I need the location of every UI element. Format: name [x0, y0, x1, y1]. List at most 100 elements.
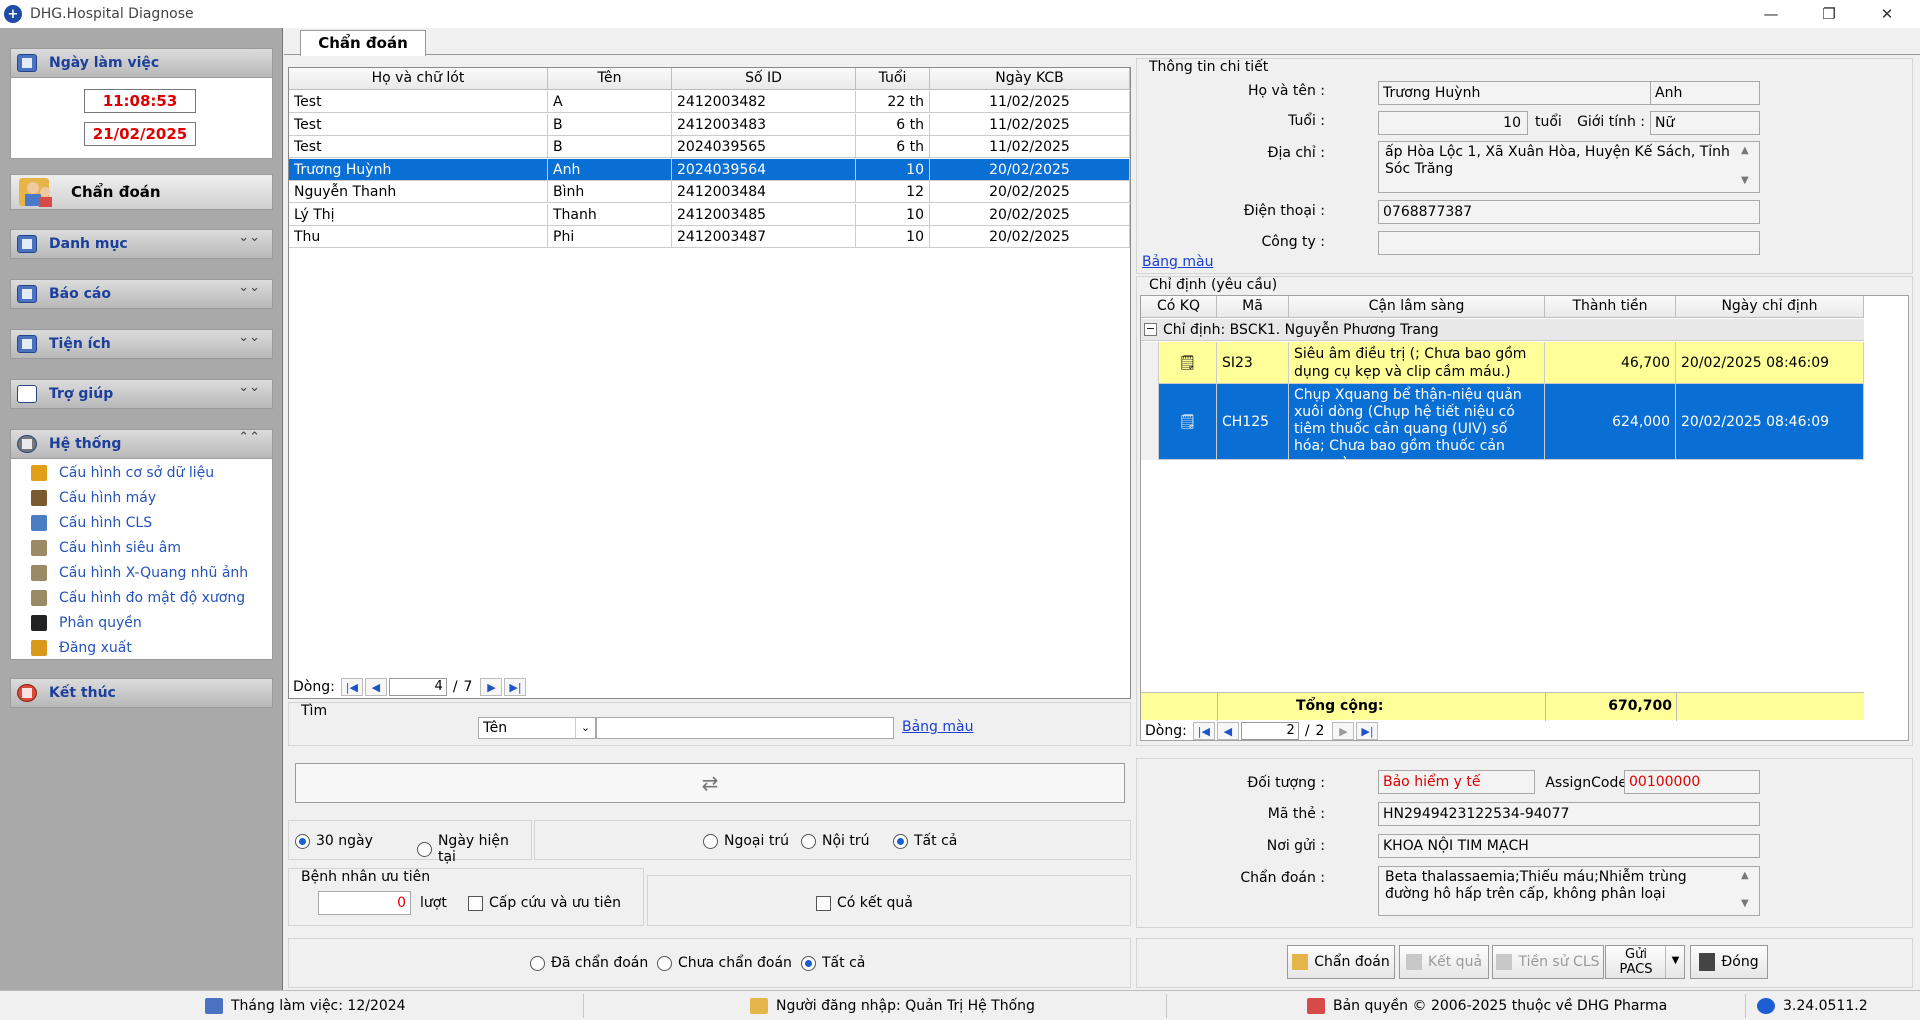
pacs-dropdown-icon[interactable]: ▼ — [1665, 946, 1685, 978]
sys-item-permission[interactable]: Phân quyền — [31, 613, 142, 633]
orders-panel: Chỉ định (yêu cầu) Có KQ Mã Cận lâm sàng… — [1136, 276, 1913, 746]
utility-icon — [17, 335, 37, 353]
tab-chan-doan[interactable]: Chẩn đoán — [300, 30, 426, 56]
cls-icon — [31, 515, 47, 531]
table-row[interactable]: Test B 2412003483 6 th 11/02/2025 — [289, 113, 1130, 136]
title-bar: + DHG.Hospital Diagnose — ❐ ✕ — [0, 0, 1920, 28]
search-field-select[interactable]: Tên ⌄ — [478, 717, 596, 739]
menu-bao-cao[interactable]: Báo cáo ⌄⌄ — [10, 279, 273, 309]
sys-item-cls[interactable]: Cấu hình CLS — [31, 513, 152, 533]
col-header-so-id[interactable]: Số ID — [672, 68, 856, 90]
table-row[interactable]: Trương Huỳnh Anh 2024039564 10 20/02/2025 — [289, 158, 1130, 181]
history-button[interactable]: Tiền sử CLS — [1492, 945, 1604, 979]
order-row[interactable]: 🗒 CH125 Chụp Xquang bể thận-niệu quản xu… — [1141, 384, 1864, 460]
next-page-button[interactable]: ▶ — [1332, 722, 1355, 740]
prev-page-button[interactable]: ◀ — [1216, 722, 1239, 740]
col-header-ngay-chi-dinh[interactable]: Ngày chỉ định — [1676, 296, 1864, 318]
scroll-down-icon[interactable]: ▼ — [1741, 898, 1749, 909]
last-page-button[interactable]: ▶| — [504, 678, 527, 696]
lock-icon — [31, 615, 47, 631]
first-page-button[interactable]: |◀ — [1192, 722, 1215, 740]
cell-tuoi: 10 — [856, 158, 930, 181]
assign-code-field: 00100000 — [1624, 770, 1760, 794]
cell-ngay-kcb: 20/02/2025 — [930, 226, 1130, 248]
sys-item-xray[interactable]: Cấu hình X-Quang nhũ ảnh — [31, 563, 248, 583]
prev-page-button[interactable]: ◀ — [364, 678, 387, 696]
emergency-checkbox[interactable]: Cấp cứu và ưu tiên — [468, 895, 621, 911]
result-button[interactable]: Kết quả — [1399, 945, 1489, 979]
first-page-button[interactable]: |◀ — [340, 678, 363, 696]
radio-all-types[interactable]: Tất cả — [893, 833, 957, 849]
sys-item-logout[interactable]: Đăng xuất — [31, 638, 132, 658]
collapse-icon[interactable]: − — [1144, 323, 1157, 336]
search-input[interactable] — [596, 717, 894, 739]
module-chan-doan[interactable]: Chẩn đoán — [10, 174, 273, 210]
col-header-co-kq[interactable]: Có KQ — [1141, 296, 1217, 318]
radio-30-days[interactable]: 30 ngày — [295, 833, 373, 849]
radio-not-diagnosed[interactable]: Chưa chẩn đoán — [657, 955, 792, 971]
col-header-ten[interactable]: Tên — [548, 68, 672, 90]
scroll-down-icon[interactable]: ▼ — [1741, 175, 1749, 186]
cell-ten: Bình — [548, 181, 672, 203]
sys-item-database[interactable]: Cấu hình cơ sở dữ liệu — [31, 463, 214, 483]
orders-total-row: Tổng cộng: 670,700 — [1141, 692, 1864, 721]
menu-he-thong[interactable]: Hệ thống ⌃⌃ — [10, 429, 273, 459]
app-icon: + — [4, 5, 22, 23]
sys-item-ultrasound[interactable]: Cấu hình siêu âm — [31, 538, 181, 558]
table-row[interactable]: Test B 2024039565 6 th 11/02/2025 — [289, 136, 1130, 158]
last-page-button[interactable]: ▶| — [1356, 722, 1379, 740]
table-row[interactable]: Thu Phi 2412003487 10 20/02/2025 — [289, 226, 1130, 248]
cell-ho: Test — [289, 113, 548, 136]
cell-tuoi: 6 th — [856, 136, 930, 158]
order-group-row[interactable]: − Chỉ định: BSCK1. Nguyễn Phương Trang — [1141, 319, 1864, 341]
radio-diagnosed[interactable]: Đã chẩn đoán — [530, 955, 648, 971]
next-page-button[interactable]: ▶ — [480, 678, 503, 696]
radio-today[interactable]: Ngày hiện tại — [417, 833, 531, 865]
orders-grid: Có KQ Mã Cận lâm sàng Thành tiền Ngày ch… — [1140, 295, 1909, 741]
detail-color-legend-link[interactable]: Bảng màu — [1142, 254, 1213, 270]
close-window-button[interactable]: ✕ — [1858, 0, 1916, 28]
order-row[interactable]: 🗒 SI23 Siêu âm điều trị (; Chưa bao gồm … — [1141, 342, 1864, 384]
exit-button[interactable]: Kết thúc — [10, 678, 273, 708]
has-result-checkbox[interactable]: Có kết quả — [816, 895, 913, 911]
col-header-tuoi[interactable]: Tuổi — [856, 68, 930, 90]
page-current-input[interactable]: 2 — [1240, 722, 1299, 740]
exit-door-icon — [1699, 953, 1716, 971]
scroll-up-icon[interactable]: ▲ — [1741, 870, 1749, 881]
col-header-ngay-kcb[interactable]: Ngày KCB — [930, 68, 1130, 90]
table-row[interactable]: Lý Thị Thanh 2412003485 10 20/02/2025 — [289, 203, 1130, 226]
maximize-button[interactable]: ❐ — [1800, 0, 1858, 28]
page-current-input[interactable]: 4 — [388, 678, 447, 696]
scroll-up-icon[interactable]: ▲ — [1741, 145, 1749, 156]
table-row[interactable]: Nguyễn Thanh Bình 2412003484 12 20/02/2025 — [289, 181, 1130, 203]
radio-outpatient[interactable]: Ngoại trú — [703, 833, 789, 849]
col-header-ma[interactable]: Mã — [1217, 296, 1289, 318]
last-name-field: Trương Huỳnh — [1378, 81, 1651, 105]
cell-so-id: 2412003487 — [672, 226, 856, 248]
diagnose-button[interactable]: Chẩn đoán — [1287, 945, 1395, 979]
ultrasound-icon — [31, 540, 47, 556]
menu-danh-muc[interactable]: Danh mục ⌄⌄ — [10, 229, 273, 259]
menu-tro-giup[interactable]: Trợ giúp ⌄⌄ — [10, 379, 273, 409]
table-row[interactable]: Test A 2412003482 22 th 11/02/2025 — [289, 91, 1130, 113]
color-legend-link[interactable]: Bảng màu — [902, 719, 973, 735]
col-header-ho[interactable]: Họ và chữ lót — [289, 68, 548, 90]
col-header-thanh-tien[interactable]: Thành tiền — [1545, 296, 1676, 318]
close-button[interactable]: Đóng — [1690, 945, 1768, 979]
sys-item-bone-density[interactable]: Cấu hình đo mật độ xương — [31, 588, 245, 608]
menu-tien-ich[interactable]: Tiện ích ⌄⌄ — [10, 329, 273, 359]
col-header-can-lam-sang[interactable]: Cận lâm sàng — [1289, 296, 1545, 318]
sys-item-machine[interactable]: Cấu hình máy — [31, 488, 156, 508]
cell-ten: Thanh — [548, 203, 672, 226]
chevron-double-down-icon: ⌄⌄ — [238, 230, 260, 245]
address-field: ấp Hòa Lộc 1, Xã Xuân Hòa, Huyện Kế Sách… — [1378, 141, 1760, 193]
current-time: 11:08:53 — [84, 89, 196, 113]
result-icon — [1405, 954, 1422, 970]
minimize-button[interactable]: — — [1742, 0, 1800, 28]
radio-inpatient[interactable]: Nội trú — [801, 833, 870, 849]
bone-icon — [31, 590, 47, 606]
report-icon — [17, 285, 37, 303]
radio-all-diag[interactable]: Tất cả — [801, 955, 865, 971]
cell-ngay-kcb: 11/02/2025 — [930, 113, 1130, 136]
refresh-button[interactable]: ⇄ — [295, 763, 1125, 803]
